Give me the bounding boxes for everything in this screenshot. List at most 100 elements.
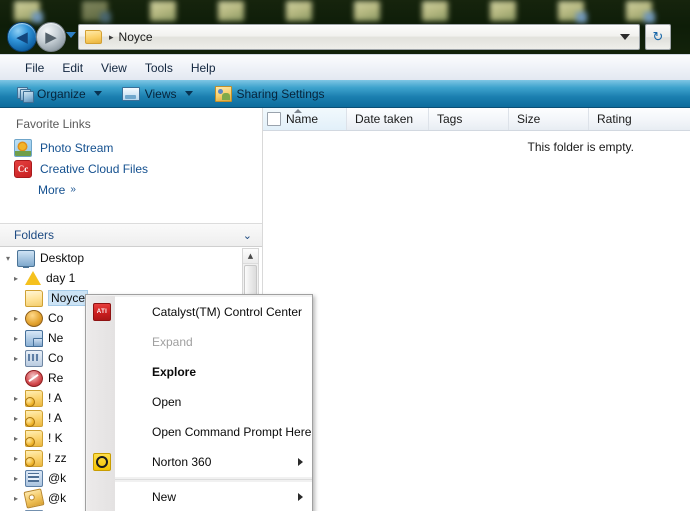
tree-item-label: ! A <box>48 391 63 405</box>
context-menu-item-label: Expand <box>152 335 193 349</box>
tree-item-label: @k <box>48 491 67 505</box>
context-menu-item-open-command-prompt-here[interactable]: Open Command Prompt Here <box>115 417 312 447</box>
expander-icon[interactable]: ▸ <box>14 434 25 443</box>
refresh-button[interactable]: ↻ <box>645 24 671 50</box>
sharing-settings-label: Sharing Settings <box>236 86 325 101</box>
tree-item-label: Co <box>48 351 64 365</box>
creative-cloud-icon: Cc <box>14 159 32 178</box>
calculator-icon <box>25 469 43 487</box>
organize-button[interactable]: Organize <box>14 85 109 103</box>
favorites-more-button[interactable]: More » <box>14 179 262 200</box>
views-label: Views <box>144 86 177 101</box>
favorite-links-header: Favorite Links <box>16 117 91 131</box>
folder-icon <box>85 30 102 44</box>
folders-label: Folders <box>14 228 55 242</box>
context-menu-item-label: Explore <box>152 365 197 379</box>
context-menu-item-catalyst-control-center[interactable]: ATI Catalyst(TM) Control Center <box>93 297 312 327</box>
folder-shortcut-icon <box>25 409 43 427</box>
favorite-label: Creative Cloud Files <box>40 161 149 176</box>
favorite-item-photo-stream[interactable]: Photo Stream <box>14 137 262 158</box>
forward-arrow-icon: ▶ <box>45 27 57 46</box>
column-label: Name <box>286 112 319 126</box>
context-menu-separator <box>115 479 312 480</box>
context-menu-item-new[interactable]: New <box>115 482 312 511</box>
expander-icon[interactable]: ▸ <box>14 414 25 423</box>
ati-icon: ATI <box>93 303 111 321</box>
folder-shortcut-icon <box>25 389 43 407</box>
menu-help[interactable]: Help <box>182 59 225 77</box>
stack-icon <box>17 87 34 103</box>
context-menu-item-label: Open <box>152 395 182 409</box>
column-label: Date taken <box>355 112 414 126</box>
photo-stream-icon <box>14 138 32 157</box>
favorite-links-list: Photo Stream Cc Creative Cloud Files Mor… <box>0 137 262 200</box>
folder-shortcut-icon <box>25 429 43 447</box>
views-button[interactable]: Views <box>119 85 200 103</box>
address-bar[interactable]: ▸ Noyce <box>78 24 640 50</box>
context-menu-item-label: Catalyst(TM) Control Center <box>152 305 303 319</box>
tree-item-label: ! A <box>48 411 63 425</box>
expander-icon[interactable]: ▾ <box>6 254 17 263</box>
context-menu-item-norton-360[interactable]: Norton 360 <box>93 447 312 477</box>
chevron-down-icon <box>93 91 102 96</box>
menu-view[interactable]: View <box>92 59 136 77</box>
expander-icon[interactable]: ▸ <box>14 474 25 483</box>
tag-icon <box>23 487 45 509</box>
expander-icon[interactable]: ▸ <box>14 354 25 363</box>
column-header-size[interactable]: Size <box>509 108 589 130</box>
chevron-down-icon <box>184 91 193 96</box>
back-button[interactable]: ◀ <box>7 22 37 52</box>
expander-icon[interactable]: ▸ <box>14 314 25 323</box>
tree-item-label: ! K <box>48 431 63 445</box>
folders-section-header[interactable]: Folders ⌄ <box>0 223 262 247</box>
context-menu[interactable]: ATI Catalyst(TM) Control Center Expand E… <box>85 294 313 511</box>
menu-file[interactable]: File <box>16 59 53 77</box>
expander-icon[interactable]: ▸ <box>14 334 25 343</box>
expander-icon[interactable]: ▸ <box>14 274 25 283</box>
tree-item-day-1[interactable]: ▸ day 1 <box>0 268 262 288</box>
context-menu-item-label: Norton 360 <box>152 455 212 469</box>
tree-item-desktop[interactable]: ▾ Desktop <box>0 248 262 268</box>
recent-pages-dropdown-icon[interactable] <box>66 32 76 38</box>
tree-item-label: day 1 <box>46 271 76 285</box>
column-header-name[interactable]: Name <box>263 108 347 130</box>
chevron-down-icon: ⌄ <box>242 228 252 242</box>
menu-tools[interactable]: Tools <box>136 59 182 77</box>
tree-item-label: Ne <box>48 331 64 345</box>
context-menu-icon-gutter <box>87 296 115 511</box>
address-dropdown-icon[interactable] <box>620 34 630 40</box>
more-label: More <box>38 182 66 197</box>
context-menu-item-label: Open Command Prompt Here <box>152 425 312 439</box>
menu-bar: File Edit View Tools Help <box>0 54 690 80</box>
tree-item-label: @k <box>48 471 67 485</box>
favorite-label: Photo Stream <box>40 140 114 155</box>
context-menu-item-open[interactable]: Open <box>115 387 312 417</box>
recycle-bin-icon <box>25 369 43 387</box>
submenu-arrow-icon <box>298 458 303 466</box>
select-all-checkbox[interactable] <box>267 112 281 126</box>
forward-button[interactable]: ▶ <box>36 22 66 52</box>
context-menu-item-expand: Expand <box>115 327 312 357</box>
file-list-pane: Name Date taken Tags Size Rating This fo… <box>263 108 690 511</box>
breadcrumb-noyce[interactable]: Noyce <box>119 30 153 44</box>
breadcrumb-separator-icon: ▸ <box>109 31 114 42</box>
sort-ascending-icon <box>294 109 302 113</box>
sharing-settings-button[interactable]: Sharing Settings <box>212 84 332 104</box>
column-header-date-taken[interactable]: Date taken <box>347 108 429 130</box>
favorite-item-creative-cloud-files[interactable]: Cc Creative Cloud Files <box>14 158 262 179</box>
sharing-people-icon <box>214 85 232 102</box>
views-icon <box>121 86 140 101</box>
column-header-tags[interactable]: Tags <box>429 108 509 130</box>
organize-label: Organize <box>37 86 86 101</box>
context-menu-item-explore[interactable]: Explore <box>115 357 312 387</box>
expander-icon[interactable]: ▸ <box>14 454 25 463</box>
explorer-window-screenshot: ◀ ▶ ▸ Noyce ↻ File Edit View Tools Help <box>0 0 690 511</box>
address-bar-row: ◀ ▶ ▸ Noyce ↻ <box>0 18 690 54</box>
menu-edit[interactable]: Edit <box>53 59 92 77</box>
column-header-rating[interactable]: Rating <box>589 108 690 130</box>
expander-icon[interactable]: ▸ <box>14 394 25 403</box>
control-panel-icon <box>25 349 43 367</box>
column-header-row: Name Date taken Tags Size Rating <box>263 108 690 131</box>
column-label: Tags <box>437 112 463 126</box>
scroll-up-arrow-icon[interactable]: ▲ <box>243 249 258 264</box>
